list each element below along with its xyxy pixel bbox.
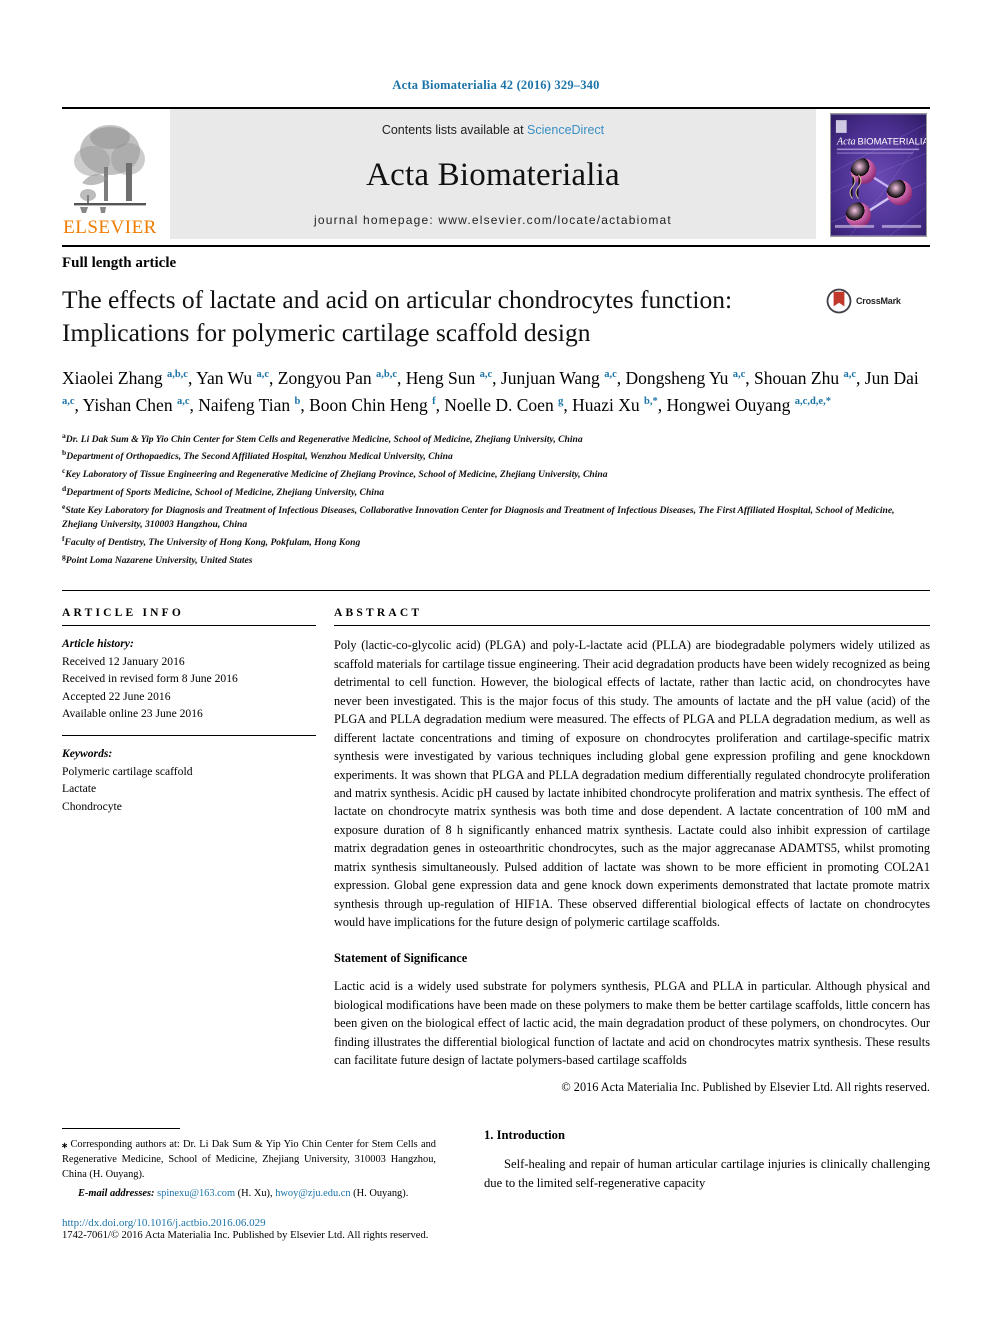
issn-copyright-line: 1742-7061/© 2016 Acta Materialia Inc. Pu… xyxy=(62,1229,429,1241)
masthead-center: Contents lists available at ScienceDirec… xyxy=(170,109,816,239)
affiliation-item: gPoint Loma Nazarene University, United … xyxy=(62,551,930,569)
article-history-label: Article history: xyxy=(62,637,134,651)
title-row: The effects of lactate and acid on artic… xyxy=(62,284,930,349)
email-link-xu[interactable]: spinexu@163.com xyxy=(157,1188,235,1199)
page-title: The effects of lactate and acid on artic… xyxy=(62,285,733,347)
svg-text:Acta: Acta xyxy=(836,137,856,148)
keyword-item: Chondrocyte xyxy=(62,799,122,813)
journal-cover-block: Acta BIOMATERIALIA xyxy=(830,109,930,239)
affiliation-text: Department of Orthopaedics, The Second A… xyxy=(66,451,453,463)
abstract-body: Poly (lactic-co-glycolic acid) (PLGA) an… xyxy=(334,626,930,1094)
introduction-column: 1. Introduction Self-healing and repair … xyxy=(462,1128,930,1241)
doi-link[interactable]: http://dx.doi.org/10.1016/j.actbio.2016.… xyxy=(62,1217,436,1229)
author-list: Xiaolei Zhang a,b,c, Yan Wu a,c, Zongyou… xyxy=(62,368,919,416)
affiliation-item: bDepartment of Orthopaedics, The Second … xyxy=(62,447,930,465)
email-note: E-mail addresses: spinexu@163.com (H. Xu… xyxy=(62,1186,436,1201)
email-owner-xu: (H. Xu), xyxy=(237,1187,273,1199)
affiliation-item: aDr. Li Dak Sum & Yip Yio Chin Center fo… xyxy=(62,430,930,448)
footnote-rule xyxy=(62,1128,180,1129)
significance-paragraph: Lactic acid is a widely used substrate f… xyxy=(334,979,930,1068)
article-info-column: ARTICLE INFO Article history: Received 1… xyxy=(62,607,334,1094)
history-item: Accepted 22 June 2016 xyxy=(62,689,171,703)
affiliation-text: Key Laboratory of Tissue Engineering and… xyxy=(65,469,608,481)
paper-page: Acta Biomaterialia 42 (2016) 329–340 ELS… xyxy=(0,0,992,1323)
journal-masthead: ELSEVIER Contents lists available at Sci… xyxy=(62,107,930,239)
running-head: Acta Biomaterialia 42 (2016) 329–340 xyxy=(392,78,600,92)
journal-homepage[interactable]: journal homepage: www.elsevier.com/locat… xyxy=(314,213,672,227)
crossmark-icon xyxy=(826,288,852,314)
keywords-block: Keywords: Polymeric cartilage scaffold L… xyxy=(62,735,316,815)
article-info-heading: ARTICLE INFO xyxy=(62,607,185,620)
copyright-line: © 2016 Acta Materialia Inc. Published by… xyxy=(561,1079,930,1094)
corresponding-author-note: ⁎ Corresponding authors at: Dr. Li Dak S… xyxy=(62,1137,436,1183)
keywords-label: Keywords: xyxy=(62,747,113,761)
introduction-paragraph: Self-healing and repair of human articul… xyxy=(484,1157,930,1191)
contents-available-line: Contents lists available at ScienceDirec… xyxy=(382,123,604,137)
history-item: Available online 23 June 2016 xyxy=(62,707,203,720)
affiliation-text: Point Loma Nazarene University, United S… xyxy=(65,554,253,566)
page-footer-columns: ⁎ Corresponding authors at: Dr. Li Dak S… xyxy=(62,1128,930,1241)
affiliation-text: State Key Laboratory for Diagnosis and T… xyxy=(62,504,895,531)
significance-heading: Statement of Significance xyxy=(334,951,468,966)
affiliation-item: eState Key Laboratory for Diagnosis and … xyxy=(62,501,930,533)
history-item: Received in revised form 8 June 2016 xyxy=(62,672,238,686)
email-link-ouyang[interactable]: hwoy@zju.edu.cn xyxy=(275,1188,350,1199)
affiliation-text: Department of Sports Medicine, School of… xyxy=(66,486,385,498)
crossmark-label: CrossMark xyxy=(856,296,901,306)
abstract-paragraph: Poly (lactic-co-glycolic acid) (PLGA) an… xyxy=(334,638,930,929)
corresponding-star: ⁎ xyxy=(62,1139,68,1150)
journal-cover-image: Acta BIOMATERIALIA xyxy=(830,113,927,237)
affiliation-item: dDepartment of Sports Medicine, School o… xyxy=(62,483,930,501)
footnote-column: ⁎ Corresponding authors at: Dr. Li Dak S… xyxy=(62,1128,462,1241)
info-abstract-section: ARTICLE INFO Article history: Received 1… xyxy=(62,590,930,1094)
affiliation-text: Dr. Li Dak Sum & Yip Yio Chin Center for… xyxy=(65,433,583,445)
affiliation-list: aDr. Li Dak Sum & Yip Yio Chin Center fo… xyxy=(62,430,930,569)
crossmark-badge[interactable]: CrossMark xyxy=(826,284,930,314)
affiliation-item: cKey Laboratory of Tissue Engineering an… xyxy=(62,465,930,483)
keyword-item: Lactate xyxy=(62,782,97,796)
journal-title: Acta Biomaterialia xyxy=(366,156,620,193)
elsevier-wordmark: ELSEVIER xyxy=(63,217,157,238)
email-owner-ouyang: (H. Ouyang). xyxy=(353,1187,409,1199)
history-item: Received 12 January 2016 xyxy=(62,654,185,668)
elsevier-logo: ELSEVIER xyxy=(62,109,158,239)
abstract-heading: ABSTRACT xyxy=(334,607,423,620)
introduction-heading: 1. Introduction xyxy=(484,1128,565,1142)
sciencedirect-link[interactable]: ScienceDirect xyxy=(527,123,604,137)
email-label: E-mail addresses: xyxy=(78,1187,155,1199)
article-type-label: Full length article xyxy=(62,255,177,271)
svg-text:BIOMATERIALIA: BIOMATERIALIA xyxy=(857,136,927,147)
contents-prefix: Contents lists available at xyxy=(381,123,528,137)
masthead-bottom-rule xyxy=(62,245,930,247)
elsevier-tree-icon xyxy=(74,125,146,213)
keyword-item: Polymeric cartilage scaffold xyxy=(62,764,193,778)
article-history-block: Article history: Received 12 January 201… xyxy=(62,626,316,722)
abstract-column: ABSTRACT Poly (lactic-co-glycolic acid) … xyxy=(334,607,930,1094)
corresponding-text: Corresponding authors at: Dr. Li Dak Sum… xyxy=(62,1139,436,1181)
affiliation-item: fFaculty of Dentistry, The University of… xyxy=(62,533,930,551)
affiliation-text: Faculty of Dentistry, The University of … xyxy=(64,537,361,549)
